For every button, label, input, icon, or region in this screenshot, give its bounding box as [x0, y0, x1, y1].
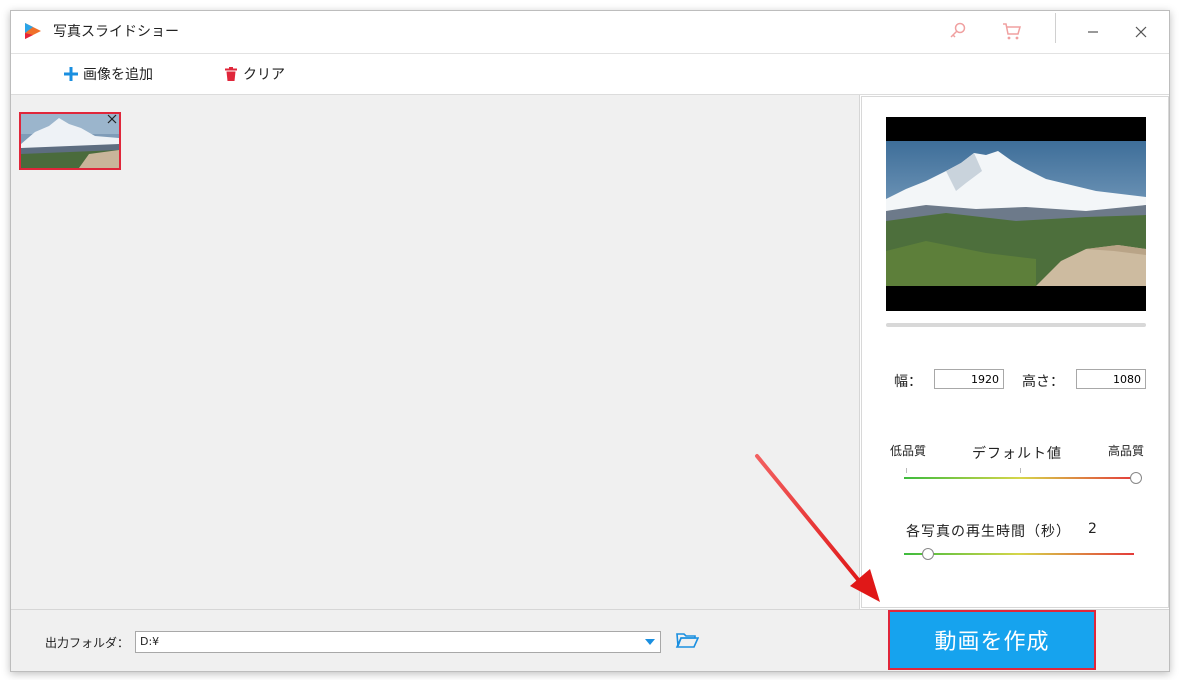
height-label: 高さ：	[1022, 374, 1064, 390]
folder-open-icon[interactable]	[675, 630, 699, 650]
cart-icon[interactable]	[1001, 20, 1023, 42]
width-label: 幅：	[894, 374, 922, 390]
app-logo-icon	[25, 23, 41, 39]
key-icon[interactable]	[947, 20, 969, 42]
output-folder-input[interactable]: D:¥	[135, 631, 661, 653]
quality-default-label: デフォルト値	[972, 446, 1062, 462]
preview-image	[886, 141, 1146, 286]
output-folder-value: D:¥	[140, 635, 160, 648]
add-image-label: 画像を追加	[83, 67, 153, 83]
quality-tick-low	[906, 468, 907, 473]
settings-panel: 幅： 高さ： 低品質 デフォルト値 高品質 各写真の再生時間（秒） 2	[861, 96, 1169, 608]
preview-player	[886, 117, 1146, 311]
app-window: 写真スライドショー 画像を追加 クリア 幅： 1920 高さ： 1080 低品質…	[10, 10, 1170, 672]
trash-icon	[225, 67, 237, 81]
playback-progress[interactable]	[886, 323, 1146, 327]
duration-value: 2	[1088, 521, 1097, 537]
add-image-button[interactable]: 画像を追加	[63, 63, 153, 85]
image-list-area[interactable]	[11, 95, 860, 609]
plus-icon	[64, 67, 78, 81]
chevron-down-icon[interactable]	[644, 638, 656, 646]
clear-label: クリア	[243, 67, 285, 83]
image-thumbnail[interactable]	[19, 112, 121, 170]
remove-thumbnail-icon[interactable]	[107, 114, 117, 124]
quality-slider-thumb[interactable]	[1130, 472, 1142, 484]
toolbar: 画像を追加 クリア	[11, 54, 1169, 95]
create-video-button[interactable]: 動画を作成	[888, 610, 1096, 670]
bottom-bar: 出力フォルダ： D:¥ 動画を作成	[11, 609, 1169, 671]
close-icon[interactable]	[1129, 20, 1153, 44]
quality-high-label: 高品質	[1108, 444, 1145, 458]
titlebar-separator	[1055, 13, 1056, 43]
duration-slider-track[interactable]	[904, 553, 1134, 555]
output-folder-label: 出力フォルダ：	[45, 636, 130, 650]
clear-button[interactable]: クリア	[223, 63, 285, 85]
quality-tick-mid	[1020, 468, 1021, 473]
quality-low-label: 低品質	[890, 444, 927, 458]
duration-slider-thumb[interactable]	[922, 548, 934, 560]
duration-label: 各写真の再生時間（秒）	[906, 524, 1071, 540]
app-title: 写真スライドショー	[53, 24, 179, 40]
height-input[interactable]	[1076, 369, 1146, 389]
width-input[interactable]	[934, 369, 1004, 389]
thumbnail-image	[21, 114, 119, 168]
title-bar: 写真スライドショー	[11, 11, 1169, 54]
quality-slider-track[interactable]	[904, 477, 1136, 479]
minimize-icon[interactable]	[1081, 20, 1105, 44]
